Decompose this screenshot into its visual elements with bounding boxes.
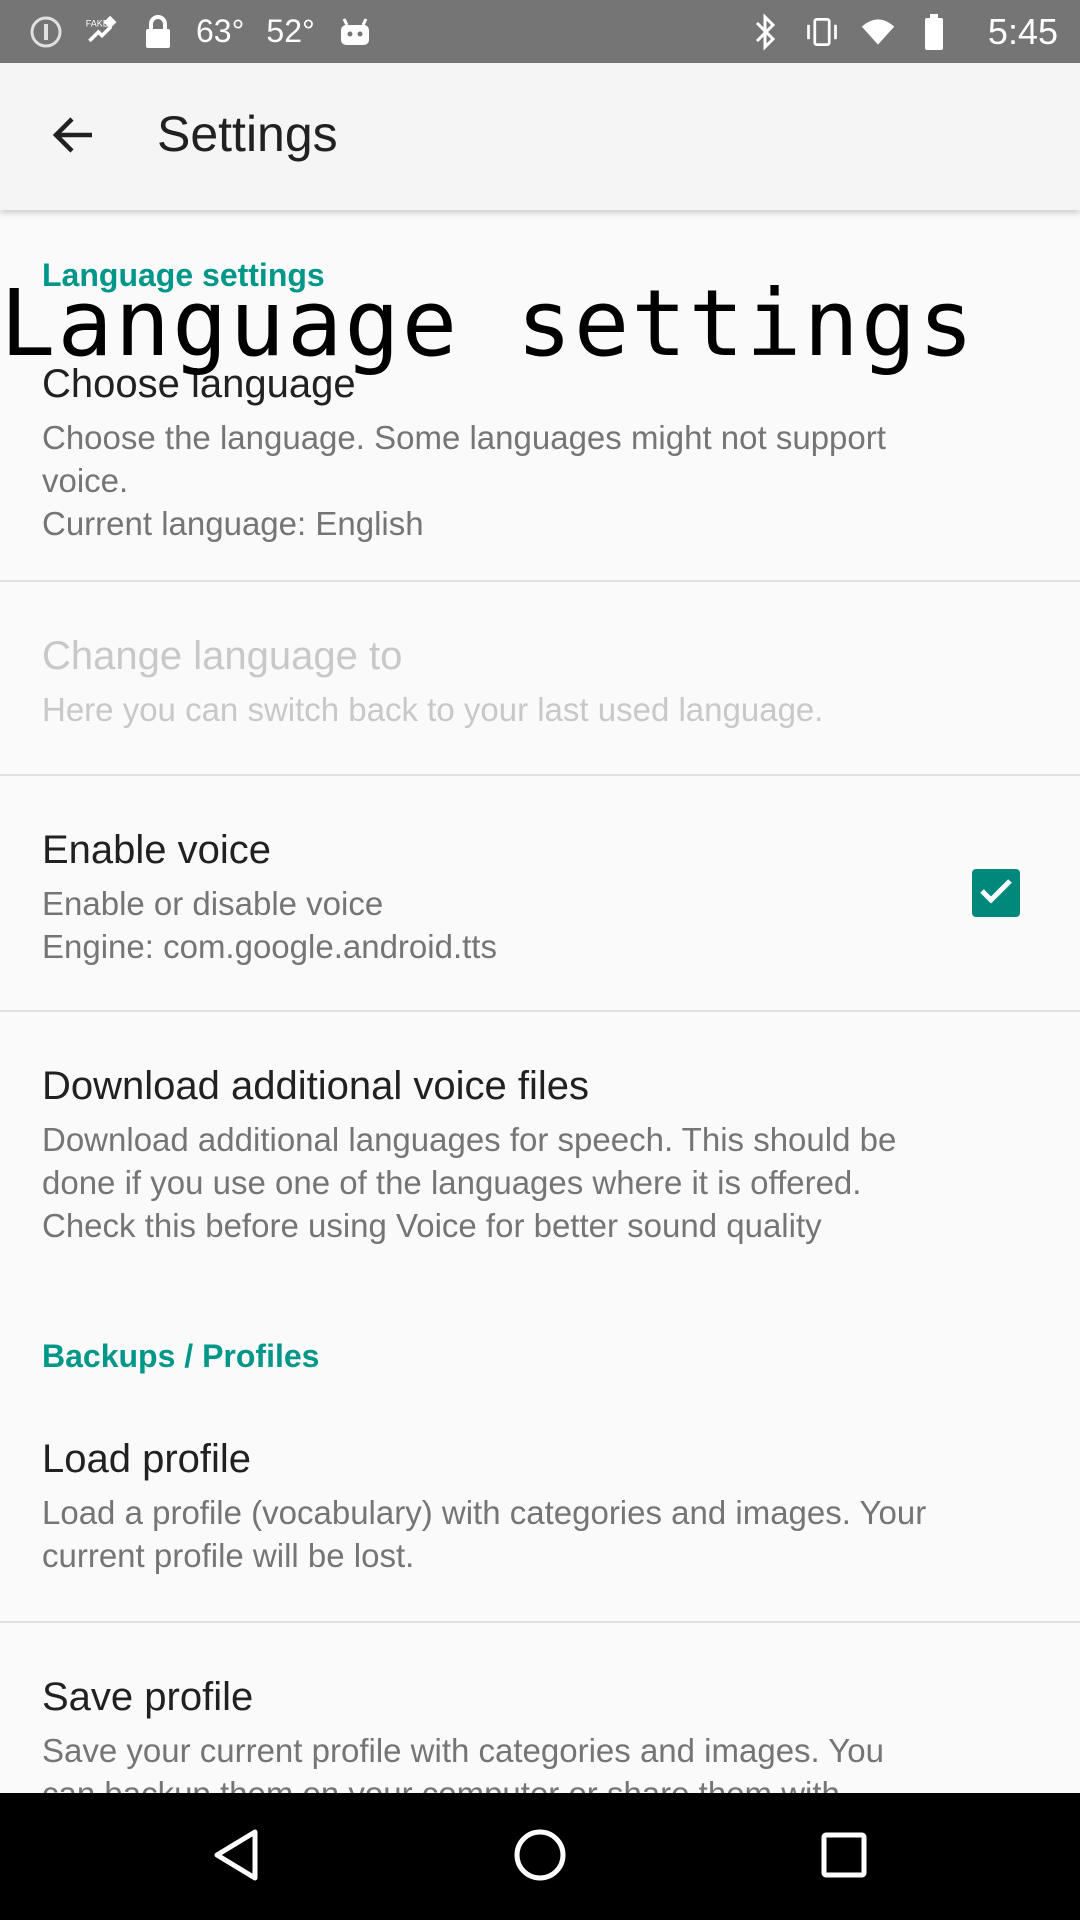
- alert-circle-icon: [28, 14, 64, 50]
- overlay-label: Language settings: [0, 270, 976, 377]
- navigation-bar: [0, 1793, 1080, 1920]
- pref-summary: Download additional languages for speech…: [42, 1121, 897, 1244]
- recents-square-icon: [819, 1830, 869, 1885]
- bluetooth-icon: [748, 12, 784, 51]
- lock-icon: [140, 14, 176, 50]
- pref-download-voice-files[interactable]: Download additional voice files Download…: [0, 1012, 1080, 1252]
- fake-gps-icon: FAKE: [84, 14, 120, 50]
- pref-summary: Save your current profile with categorie…: [42, 1732, 884, 1793]
- temp-high: 63°: [196, 13, 245, 49]
- pref-title: Change language to: [42, 634, 403, 678]
- enable-voice-checkbox[interactable]: [972, 869, 1020, 917]
- pref-title: Save profile: [42, 1675, 254, 1719]
- vibrate-icon: [804, 14, 840, 50]
- temp-low: 52°: [266, 13, 315, 49]
- category-backups-profiles: Backups / Profiles: [42, 1338, 320, 1374]
- pref-summary: Enable or disable voice Engine: com.goog…: [42, 885, 497, 965]
- page-title: Settings: [157, 106, 338, 162]
- nav-back-button[interactable]: [200, 1821, 272, 1893]
- pref-title: Download additional voice files: [42, 1064, 589, 1108]
- app-toolbar: Settings: [0, 63, 1080, 210]
- wifi-icon: [860, 14, 896, 50]
- svg-text:FAKE: FAKE: [86, 18, 109, 28]
- nav-home-button[interactable]: [504, 1821, 576, 1893]
- pref-change-language[interactable]: Change language to Here you can switch b…: [0, 582, 1080, 774]
- back-triangle-icon: [211, 1828, 261, 1887]
- pref-summary: Here you can switch back to your last us…: [42, 691, 824, 728]
- back-button[interactable]: [38, 107, 108, 167]
- arrow-back-icon: [50, 115, 96, 160]
- pref-save-profile[interactable]: Save profile Save your current profile w…: [0, 1623, 1080, 1793]
- check-icon: [978, 876, 1014, 911]
- pref-title: Load profile: [42, 1437, 252, 1481]
- pref-summary: Choose the language. Some languages migh…: [42, 419, 886, 542]
- android-icon: [337, 14, 373, 50]
- pref-load-profile[interactable]: Load profile Load a profile (vocabulary)…: [0, 1390, 1080, 1580]
- status-bar: FAKE 63° 52° 5:45: [0, 0, 1080, 63]
- battery-icon: [916, 13, 952, 50]
- clock: 5:45: [987, 10, 1058, 52]
- settings-list[interactable]: Language settings Language settings Choo…: [0, 210, 1080, 1793]
- pref-title: Enable voice: [42, 828, 272, 872]
- home-circle-icon: [512, 1827, 568, 1888]
- pref-enable-voice[interactable]: Enable voice Enable or disable voice Eng…: [0, 776, 1080, 1010]
- nav-recents-button[interactable]: [808, 1821, 880, 1893]
- pref-summary: Load a profile (vocabulary) with categor…: [42, 1494, 927, 1574]
